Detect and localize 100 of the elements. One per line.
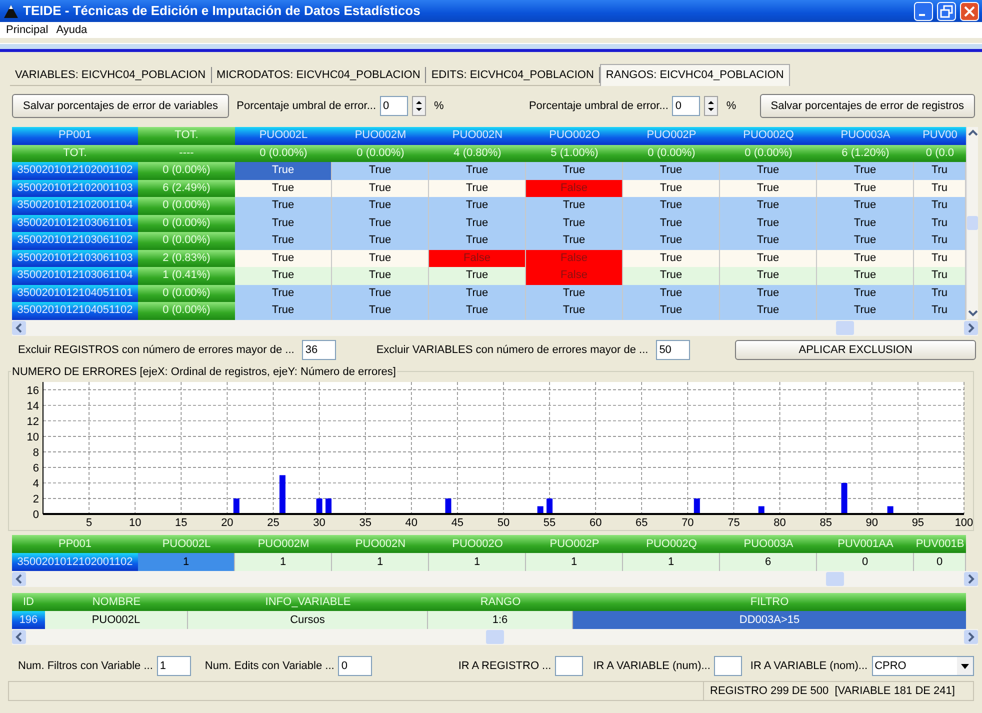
close-icon[interactable] (960, 2, 979, 20)
menu-item[interactable]: Principal (6, 22, 48, 38)
table-cell[interactable]: True (429, 162, 526, 180)
threshold-field[interactable]: 0 (380, 96, 408, 116)
table-cell[interactable]: Tru (914, 284, 966, 302)
table-cell[interactable]: True (720, 197, 817, 214)
scroll-left-icon[interactable] (12, 321, 26, 335)
table-cell[interactable]: True (429, 284, 526, 302)
table-cell[interactable]: True (235, 232, 332, 250)
table-cell[interactable]: 1:6 (428, 611, 573, 629)
table-cell[interactable]: True (817, 162, 914, 180)
table-cell[interactable]: Tru (914, 197, 966, 214)
table-cell[interactable]: True (526, 232, 623, 250)
table-cell[interactable]: 1 (526, 553, 623, 571)
table-cell[interactable]: True (235, 180, 332, 197)
table-cell[interactable]: True (429, 232, 526, 250)
table-cell[interactable]: True (623, 162, 720, 180)
scrollbar-thumb[interactable] (967, 216, 978, 230)
tab[interactable]: MICRODATOS: EICVHC04_POBLACION (212, 66, 426, 82)
table-cell[interactable]: True (720, 250, 817, 267)
table-cell[interactable]: Tru (914, 162, 966, 180)
table-cell[interactable]: 6 (720, 553, 817, 571)
table-cell[interactable]: Tru (914, 250, 966, 267)
input-field[interactable]: 0 (338, 656, 372, 676)
table-cell[interactable]: Tru (914, 180, 966, 197)
table-cell[interactable]: True (429, 180, 526, 197)
input-field[interactable] (714, 656, 742, 676)
menu-item[interactable]: Ayuda (56, 22, 88, 38)
table-cell[interactable]: True (235, 250, 332, 267)
restore-icon[interactable] (937, 2, 956, 20)
table-cell[interactable]: True (526, 284, 623, 302)
table-cell[interactable]: True (332, 197, 429, 214)
table-cell[interactable]: True (235, 267, 332, 284)
table-cell[interactable]: True (526, 197, 623, 214)
table-cell[interactable]: True (817, 180, 914, 197)
table-cell[interactable]: True (720, 214, 817, 232)
table-cell[interactable]: True (817, 250, 914, 267)
table-cell[interactable]: True (623, 197, 720, 214)
table-cell[interactable]: True (235, 214, 332, 232)
scroll-left-icon[interactable] (12, 572, 26, 586)
scrollbar-thumb[interactable] (836, 321, 854, 335)
table-cell[interactable]: True (235, 284, 332, 302)
table-cell[interactable]: True (623, 284, 720, 302)
table-cell[interactable]: True (720, 232, 817, 250)
scrollbar-thumb[interactable] (826, 572, 844, 586)
vertical-scrollbar[interactable] (966, 127, 978, 319)
table-cell[interactable]: True (235, 162, 332, 180)
threshold-field[interactable]: 0 (672, 96, 700, 116)
table-cell[interactable]: True (623, 180, 720, 197)
table-cell[interactable]: DD003A>15 (573, 611, 966, 629)
table-cell[interactable]: True (623, 302, 720, 320)
table-cell[interactable]: Cursos (188, 611, 428, 629)
table-cell[interactable]: True (720, 284, 817, 302)
table-cell[interactable]: 1 (235, 553, 332, 571)
table-cell[interactable]: True (817, 284, 914, 302)
table-cell[interactable]: True (817, 302, 914, 320)
table-cell[interactable]: True (332, 284, 429, 302)
scroll-right-icon[interactable] (964, 572, 978, 586)
table-cell[interactable]: True (623, 267, 720, 284)
number-field[interactable]: 50 (656, 340, 690, 360)
table-cell[interactable]: Tru (914, 214, 966, 232)
spinner-buttons[interactable] (412, 96, 426, 116)
table-cell[interactable]: True (817, 232, 914, 250)
tab[interactable]: RANGOS: EICVHC04_POBLACION (600, 64, 790, 86)
table-cell[interactable]: True (332, 232, 429, 250)
table-cell[interactable]: True (235, 197, 332, 214)
table-cell[interactable]: True (817, 197, 914, 214)
input-field[interactable] (555, 656, 584, 676)
save-button[interactable]: Salvar porcentajes de error de registros (760, 94, 975, 118)
table-cell[interactable]: True (720, 302, 817, 320)
table-cell[interactable]: Tru (914, 232, 966, 250)
table-cell[interactable]: PUO002L (45, 611, 188, 629)
table-cell[interactable]: True (332, 302, 429, 320)
scroll-right-icon[interactable] (964, 321, 978, 335)
horizontal-scrollbar[interactable] (12, 571, 978, 587)
table-cell[interactable]: True (720, 162, 817, 180)
table-cell[interactable]: True (526, 302, 623, 320)
table-cell[interactable]: True (332, 162, 429, 180)
table-cell[interactable]: True (526, 162, 623, 180)
table-cell[interactable]: True (429, 302, 526, 320)
minimize-icon[interactable] (914, 2, 933, 20)
table-cell[interactable]: True (720, 180, 817, 197)
table-cell[interactable]: True (720, 267, 817, 284)
table-cell[interactable]: True (526, 214, 623, 232)
table-cell[interactable]: Tru (914, 267, 966, 284)
table-cell[interactable]: 1 (332, 553, 429, 571)
table-cell[interactable]: True (429, 267, 526, 284)
dropdown[interactable]: CPRO (872, 656, 974, 676)
horizontal-scrollbar[interactable] (12, 629, 978, 645)
tab[interactable]: VARIABLES: EICVHC04_POBLACION (10, 66, 212, 82)
horizontal-scrollbar[interactable] (12, 320, 978, 336)
scrollbar-thumb[interactable] (486, 630, 504, 644)
table-cell[interactable]: 0 (914, 553, 966, 571)
table-cell[interactable]: True (429, 197, 526, 214)
table-cell[interactable]: True (332, 180, 429, 197)
table-cell[interactable]: True (235, 302, 332, 320)
table-cell[interactable]: True (332, 214, 429, 232)
table-cell[interactable]: True (332, 267, 429, 284)
table-cell[interactable]: True (817, 267, 914, 284)
table-cell[interactable]: True (623, 232, 720, 250)
